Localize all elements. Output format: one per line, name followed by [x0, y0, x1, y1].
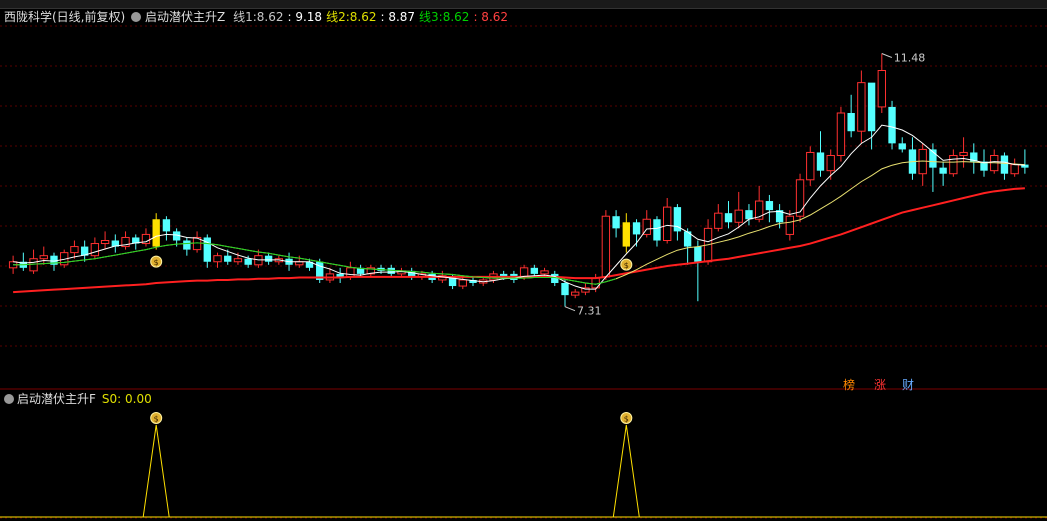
candle-body — [540, 270, 549, 275]
candle-body — [100, 240, 110, 245]
candle-body — [264, 255, 273, 262]
sub-legend: 启动潜伏主升F S0: 0.00 — [4, 391, 152, 407]
candle-body — [949, 155, 958, 175]
candle-body — [745, 210, 753, 220]
candle-body — [765, 201, 774, 211]
candle-body — [857, 82, 866, 132]
candle-body — [1000, 155, 1009, 174]
legend-line-0: 线1:8.62 — [233, 10, 284, 24]
candle-body — [39, 255, 48, 260]
candle-body — [847, 113, 855, 132]
finance-tag[interactable]: 财 — [902, 376, 914, 393]
signal-moneybag-icon-glyph: $ — [624, 261, 629, 270]
candle-body — [867, 82, 876, 132]
sub-signal-moneybag-icon-glyph: $ — [624, 415, 629, 424]
candle-body — [530, 267, 539, 274]
series-line-long — [13, 187, 1025, 294]
low-marker-line — [564, 306, 576, 312]
candle-body — [959, 151, 968, 156]
candle-body — [70, 246, 79, 254]
sub-indicator-toggle-icon[interactable] — [4, 394, 14, 404]
legend-line-3: : 8.87 — [380, 10, 416, 24]
high-marker-line — [881, 53, 892, 58]
candle-body — [213, 255, 222, 263]
sub-signal-moneybag-icon-glyph: $ — [154, 415, 159, 424]
candle-body — [663, 206, 672, 242]
candle-body — [244, 258, 252, 265]
sub-indicator-name: 启动潜伏主升F — [17, 392, 96, 406]
candle-body — [162, 219, 171, 232]
candle-body — [183, 240, 191, 250]
candle-body — [836, 112, 846, 156]
candle-body — [612, 216, 620, 229]
candle-body — [734, 209, 743, 223]
candle-body — [714, 212, 723, 229]
sub-indicator-value: S0: 0.00 — [101, 392, 152, 406]
candle-body — [724, 213, 733, 223]
candle-body — [826, 155, 835, 172]
candle-body — [785, 215, 795, 235]
candle-body — [152, 219, 160, 247]
candle-body — [806, 151, 815, 181]
legend-line-5: : 8.62 — [473, 10, 509, 24]
legend-line-values: 线1:8.62: 9.18 线2:8.62: 8.87 线3:8.62: 8.62 — [233, 10, 512, 24]
candle-body — [939, 167, 947, 174]
indicator-name: 启动潜伏主升Z — [145, 10, 226, 24]
series-line-fast — [13, 124, 1025, 290]
candle-body — [694, 246, 702, 262]
candle-body — [90, 243, 100, 257]
legend-line-2: 线2:8.62 — [326, 10, 377, 24]
high-label: 11.48 — [894, 52, 926, 65]
chart-canvas: 11.48 7.31 $ $ $ $ — [0, 25, 1047, 519]
indicator-toggle-icon[interactable] — [131, 12, 142, 22]
stock-title: 西陇科学(日线,前复权) — [4, 10, 126, 24]
candle-body — [571, 291, 580, 296]
candle-body — [1010, 164, 1019, 175]
low-label: 7.31 — [577, 305, 602, 318]
signal-moneybag-icon-glyph: $ — [154, 258, 159, 267]
candle-body — [561, 283, 569, 296]
candle-body — [601, 215, 611, 278]
candle-body — [632, 222, 641, 235]
candle-body — [816, 152, 825, 171]
legend-line-4: 线3:8.62 — [419, 10, 470, 24]
candle-body — [888, 106, 896, 144]
candle-body — [795, 179, 805, 217]
candle-body — [519, 267, 529, 278]
sub-signal-spike — [612, 424, 640, 518]
candle-body — [458, 279, 467, 287]
main-legend: 西陇科学(日线,前复权) 启动潜伏主升Z 线1:8.62: 9.18 线2:8.6… — [4, 9, 516, 25]
candle-body — [233, 258, 243, 263]
candle-body — [622, 222, 630, 247]
candle-body — [653, 219, 661, 241]
legend-line-1: : 9.18 — [287, 10, 323, 24]
candle-body — [224, 255, 232, 262]
candle-body — [898, 143, 906, 150]
candle-body — [346, 267, 355, 278]
limit-up-tag[interactable]: 涨 — [874, 376, 886, 393]
rank-tag[interactable]: 榜 — [843, 376, 855, 393]
sub-signal-spike — [142, 424, 170, 518]
candle-body — [877, 70, 886, 108]
